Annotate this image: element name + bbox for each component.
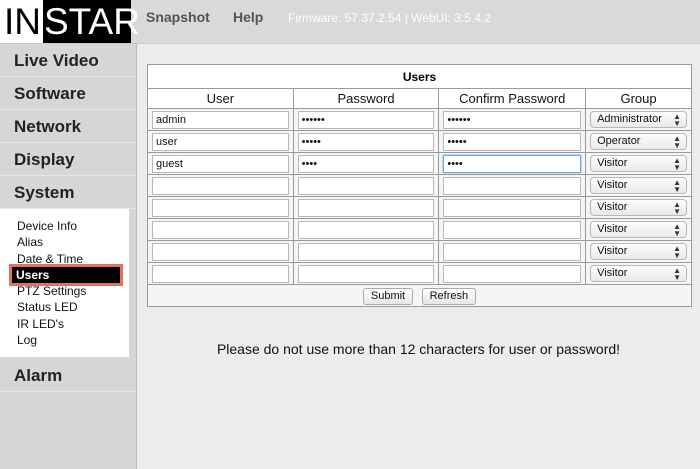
user-row: guest •••• •••• Visitor ▲ ▼ — [147, 152, 692, 175]
user-row: user ••••• ••••• Operator ▲ ▼ — [147, 130, 692, 153]
group-select[interactable]: Visitor ▲ ▼ — [590, 243, 687, 260]
submenu-status-led[interactable]: Status LED — [0, 299, 129, 315]
user-row: admin •••••• •••••• Administrator ▲ ▼ — [147, 108, 692, 131]
confirm-password-input[interactable] — [443, 176, 582, 195]
confirm-password-input[interactable] — [443, 220, 582, 239]
menu-network[interactable]: Network — [0, 110, 136, 143]
logo-star: STAR — [43, 0, 140, 43]
user-row: Visitor ▲ ▼ — [147, 218, 692, 241]
updown-arrow-icon: ▲ ▼ — [673, 178, 681, 194]
password-input[interactable]: •••••• — [297, 110, 435, 129]
button-row: Submit Refresh — [147, 284, 692, 307]
menu-system[interactable]: System — [0, 176, 136, 209]
submenu-device-info[interactable]: Device Info — [0, 218, 129, 234]
column-header-group: Group — [585, 88, 692, 109]
updown-arrow-icon: ▲ ▼ — [673, 134, 681, 150]
group-select[interactable]: Administrator ▲ ▼ — [590, 111, 687, 128]
menu-display[interactable]: Display — [0, 143, 136, 176]
password-input[interactable] — [297, 264, 435, 283]
sidebar: Live Video Software Network Display Syst… — [0, 44, 137, 469]
updown-arrow-icon: ▲ ▼ — [673, 112, 681, 128]
group-select-value: Visitor — [597, 201, 628, 213]
confirm-password-input[interactable]: •••• — [443, 154, 582, 173]
updown-arrow-icon: ▲ ▼ — [673, 156, 681, 172]
group-select-value: Visitor — [597, 267, 628, 279]
group-select[interactable]: Visitor ▲ ▼ — [590, 199, 687, 216]
password-input[interactable] — [297, 198, 435, 217]
username-input[interactable] — [152, 264, 289, 283]
user-row: Visitor ▲ ▼ — [147, 262, 692, 285]
submenu-users[interactable]: Users — [9, 263, 123, 287]
refresh-button[interactable]: Refresh — [421, 288, 477, 305]
submenu-date-time[interactable]: Date & Time — [0, 251, 129, 267]
group-select-value: Operator — [597, 135, 641, 147]
confirm-password-input[interactable]: ••••• — [443, 132, 582, 151]
group-select[interactable]: Visitor ▲ ▼ — [590, 221, 687, 238]
username-input[interactable]: user — [152, 132, 289, 151]
updown-arrow-icon: ▲ ▼ — [673, 266, 681, 282]
password-input[interactable] — [297, 242, 435, 261]
length-notice: Please do not use more than 12 character… — [216, 341, 621, 357]
submenu-ptz-settings[interactable]: PTZ Settings — [0, 283, 129, 299]
confirm-password-input[interactable] — [443, 264, 582, 283]
users-table-title: Users — [147, 64, 692, 89]
group-select-value: Visitor — [597, 179, 628, 191]
group-select-value: Visitor — [597, 223, 628, 235]
username-input[interactable]: guest — [152, 154, 289, 173]
confirm-password-input[interactable] — [443, 242, 582, 261]
menu-live-video[interactable]: Live Video — [0, 44, 136, 77]
column-header-confirm-password: Confirm Password — [438, 88, 587, 109]
updown-arrow-icon: ▲ ▼ — [673, 200, 681, 216]
updown-arrow-icon: ▲ ▼ — [673, 222, 681, 238]
username-input[interactable] — [152, 198, 289, 217]
confirm-password-input[interactable] — [443, 198, 582, 217]
group-select-value: Visitor — [597, 245, 628, 257]
column-header-user: User — [147, 88, 294, 109]
instar-logo: IN STAR — [0, 0, 140, 43]
password-input[interactable]: •••• — [297, 154, 435, 173]
username-input[interactable]: admin — [152, 110, 289, 129]
main-content: Users User Password Confirm Password Gro… — [137, 44, 700, 469]
password-input[interactable]: ••••• — [297, 132, 435, 151]
group-select-value: Administrator — [597, 113, 662, 125]
system-submenu: Device Info Alias Date & Time Users PTZ … — [0, 209, 129, 358]
group-select-value: Visitor — [597, 157, 628, 169]
group-select[interactable]: Visitor ▲ ▼ — [590, 155, 687, 172]
username-input[interactable] — [152, 220, 289, 239]
menu-alarm[interactable]: Alarm — [0, 359, 136, 393]
user-row: Visitor ▲ ▼ — [147, 174, 692, 197]
username-input[interactable] — [152, 242, 289, 261]
users-table: Users User Password Confirm Password Gro… — [147, 64, 692, 307]
group-select[interactable]: Operator ▲ ▼ — [590, 133, 687, 150]
group-select[interactable]: Visitor ▲ ▼ — [590, 265, 687, 282]
user-row: Visitor ▲ ▼ — [147, 240, 692, 263]
snapshot-link[interactable]: Snapshot — [146, 9, 210, 25]
password-input[interactable] — [297, 176, 435, 195]
users-rows: admin •••••• •••••• Administrator ▲ ▼ user ••••… — [147, 108, 692, 285]
menu-software[interactable]: Software — [0, 77, 136, 110]
firmware-info: Firmware: 57.37.2.54 | WebUI: 3.5.4.2 — [288, 11, 491, 25]
updown-arrow-icon: ▲ ▼ — [673, 244, 681, 260]
username-input[interactable] — [152, 176, 289, 195]
user-row: Visitor ▲ ▼ — [147, 196, 692, 219]
top-bar: IN STAR Snapshot Help Firmware: 57.37.2.… — [0, 0, 700, 44]
logo-in: IN — [0, 0, 43, 43]
submit-button[interactable]: Submit — [362, 288, 414, 305]
group-select[interactable]: Visitor ▲ ▼ — [590, 177, 687, 194]
password-input[interactable] — [297, 220, 435, 239]
submenu-alias[interactable]: Alias — [0, 234, 129, 250]
confirm-password-input[interactable]: •••••• — [443, 110, 582, 129]
help-link[interactable]: Help — [233, 9, 263, 25]
submenu-log[interactable]: Log — [0, 332, 129, 348]
column-header-password: Password — [292, 88, 440, 109]
submenu-ir-leds[interactable]: IR LED's — [0, 316, 129, 332]
